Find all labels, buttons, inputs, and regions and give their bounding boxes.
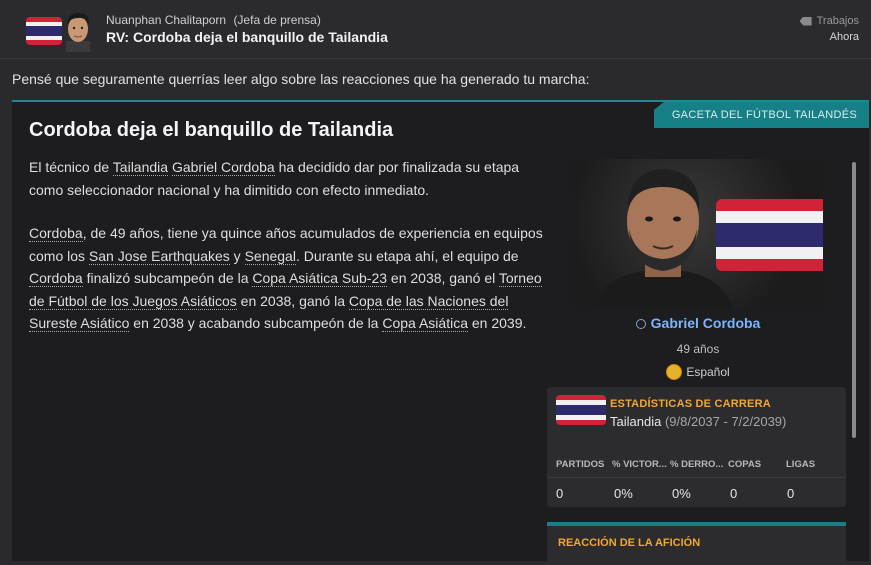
player-name-link[interactable]: Gabriel Cordoba (573, 315, 823, 331)
article-headline: Cordoba deja el banquillo de Tailandia (29, 119, 394, 141)
thailand-flag-icon (26, 17, 62, 45)
link-cordoba[interactable]: Cordoba (29, 270, 83, 287)
person-icon (635, 319, 646, 330)
stats-value-ligas: 0 (787, 486, 795, 501)
link-cordoba[interactable]: Cordoba (29, 225, 83, 242)
stats-divider (547, 477, 846, 478)
player-name: Gabriel Cordoba (650, 315, 761, 331)
text-segment: en 2038 y acabando subcampeón de la (129, 315, 383, 331)
fan-reaction-title: REACCIÓN DE LA AFICIÓN (558, 537, 701, 549)
thailand-flag-icon (556, 395, 606, 425)
link-copa-asiatica-sub23[interactable]: Copa Asiática Sub-23 (252, 270, 388, 287)
stats-header-derrotas: % DERRO... (670, 459, 724, 470)
stats-header-partidos: PARTIDOS (556, 459, 605, 470)
sender-name[interactable]: Nuanphan Chalitaporn (106, 13, 226, 27)
sender-role: (Jefa de prensa) (233, 13, 321, 27)
sender-line: Nuanphan Chalitaporn (Jefa de prensa) (106, 13, 321, 27)
career-team-link[interactable]: Tailandia (610, 414, 661, 429)
stats-value-partidos: 0 (556, 486, 564, 501)
link-copa-asiatica[interactable]: Copa Asiática (382, 315, 468, 332)
stats-header-copas: COPAS (728, 459, 762, 470)
text-segment: en 2039. (467, 315, 527, 331)
stats-value-copas: 0 (730, 486, 738, 501)
text-segment: . Durante su etapa ahí, el equipo de (295, 247, 519, 264)
article-source: GACETA DEL FÚTBOL TAILANDÉS (653, 102, 869, 128)
stats-value-victorias: 0% (614, 486, 633, 501)
tag-icon (799, 16, 812, 26)
player-age: 49 años (676, 342, 720, 356)
message-date: Ahora (829, 31, 859, 43)
message-meta: Trabajos Ahora (799, 15, 859, 43)
article-paragraph: El técnico de Tailandia Gabriel Cordoba … (29, 156, 549, 201)
text-segment: y (229, 247, 245, 264)
article-paragraph: Cordoba, de 49 años, tiene ya quince año… (29, 222, 549, 335)
link-senegal[interactable]: Senegal (244, 247, 296, 265)
thailand-flag-icon (716, 199, 823, 271)
career-stats-team-line: Tailandia (9/8/2037 - 7/2/2039) (610, 414, 786, 429)
career-stats-card: ESTADÍSTICAS DE CARRERA Tailandia (9/8/2… (547, 387, 846, 507)
scrollbar[interactable] (852, 162, 856, 438)
player-photo[interactable] (573, 159, 823, 309)
link-san-jose-earthquakes[interactable]: San Jose Earthquakes (88, 247, 230, 265)
text-segment: en 2038, ganó la (236, 292, 349, 309)
career-stats-title: ESTADÍSTICAS DE CARRERA (610, 398, 771, 410)
tag-label[interactable]: Trabajos (799, 15, 859, 27)
message-intro: Pensé que seguramente querrías leer algo… (12, 71, 590, 87)
stats-header-ligas: LIGAS (786, 459, 816, 470)
sender-avatar[interactable] (60, 8, 96, 52)
stats-header-victorias: % VICTOR... (612, 459, 667, 470)
article-body: El técnico de Tailandia Gabriel Cordoba … (29, 156, 549, 356)
player-language: Español (573, 364, 823, 381)
language-icon (666, 364, 683, 380)
tag-text: Trabajos (816, 15, 859, 27)
message-subject: RV: Cordoba deja el banquillo de Tailand… (106, 29, 388, 45)
language-label: Español (686, 365, 730, 380)
text-segment: en 2038, ganó el (387, 270, 499, 286)
message-header: Nuanphan Chalitaporn (Jefa de prensa) RV… (0, 0, 871, 59)
link-tailandia[interactable]: Tailandia (112, 159, 169, 176)
text-segment: finalizó subcampeón de la (82, 270, 253, 286)
stats-value-derrotas: 0% (672, 486, 691, 501)
text-segment: El técnico de (29, 159, 113, 175)
link-gabriel-cordoba[interactable]: Gabriel Cordoba (171, 159, 275, 176)
career-period: (9/8/2037 - 7/2/2039) (664, 414, 787, 429)
news-article: GACETA DEL FÚTBOL TAILANDÉS Cordoba deja… (12, 100, 869, 565)
